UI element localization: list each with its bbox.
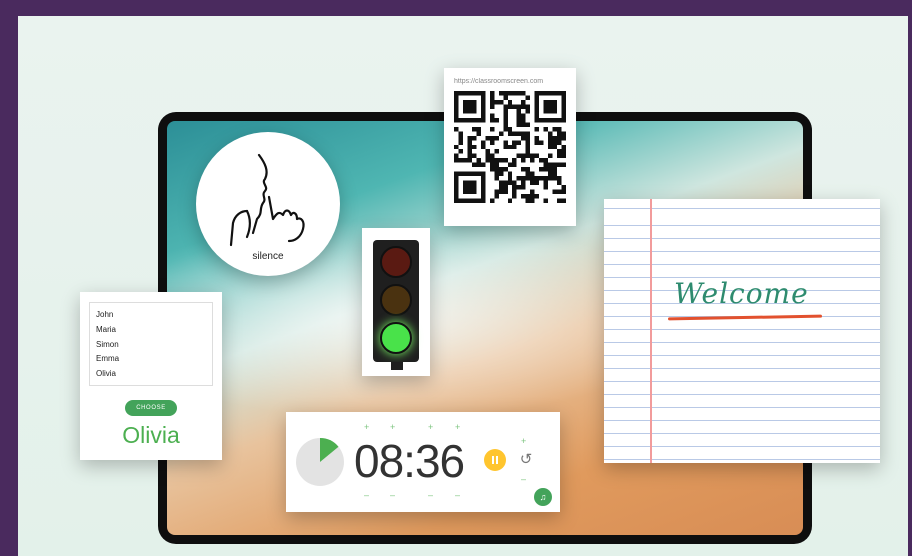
- qr-url: https://classroomscreen.com: [454, 78, 544, 85]
- name-picker-widget: John Maria Simon Emma Olivia CHOOSE Oliv…: [80, 292, 222, 460]
- note-underline: [667, 314, 823, 321]
- name-item: Simon: [96, 339, 119, 349]
- red-lamp[interactable]: [380, 246, 412, 278]
- silence-widget[interactable]: silence: [196, 132, 340, 276]
- name-item: Olivia: [96, 369, 117, 379]
- qr-code-icon: [454, 91, 566, 203]
- silence-gesture-icon: [229, 153, 305, 246]
- choose-button[interactable]: CHOOSE: [125, 400, 177, 416]
- timer-display: 08:36: [354, 435, 465, 487]
- timer-progress-pie: [296, 438, 344, 486]
- minutes-tens-decrement[interactable]: –: [364, 490, 369, 500]
- traffic-light-stand: [391, 362, 403, 370]
- green-lamp[interactable]: [380, 322, 412, 354]
- amber-lamp[interactable]: [380, 284, 412, 316]
- timer-widget: + + + + + 08:36 – – – – – ↺ ♫: [286, 412, 560, 512]
- seconds-ones-decrement[interactable]: –: [455, 490, 460, 500]
- chosen-name: Olivia: [122, 422, 180, 448]
- note-text[interactable]: Welcome: [674, 277, 809, 310]
- seconds-tens-decrement[interactable]: –: [428, 490, 433, 500]
- rounds-decrement[interactable]: –: [521, 474, 526, 484]
- name-list[interactable]: John Maria Simon Emma Olivia: [89, 302, 213, 386]
- silence-label: silence: [252, 250, 284, 262]
- reset-icon[interactable]: ↺: [516, 450, 536, 470]
- minutes-tens-increment[interactable]: +: [364, 422, 369, 432]
- name-item: John: [96, 310, 114, 319]
- minutes-ones-decrement[interactable]: –: [390, 490, 395, 500]
- name-item: Maria: [96, 324, 117, 334]
- promo-stage: silence https://classroomscreen.com John…: [18, 16, 908, 556]
- traffic-light: [373, 240, 419, 370]
- minutes-ones-increment[interactable]: +: [390, 422, 395, 432]
- text-note-widget[interactable]: Welcome: [604, 199, 880, 463]
- music-note-icon[interactable]: ♫: [534, 488, 552, 506]
- qr-widget[interactable]: https://classroomscreen.com: [444, 68, 576, 226]
- rounds-increment[interactable]: +: [521, 436, 526, 446]
- notebook-margin-line: [650, 199, 652, 463]
- seconds-tens-increment[interactable]: +: [428, 422, 433, 432]
- pause-icon[interactable]: [484, 449, 506, 471]
- seconds-ones-increment[interactable]: +: [455, 422, 460, 432]
- name-item: Emma: [96, 354, 120, 364]
- traffic-light-widget[interactable]: [362, 228, 430, 376]
